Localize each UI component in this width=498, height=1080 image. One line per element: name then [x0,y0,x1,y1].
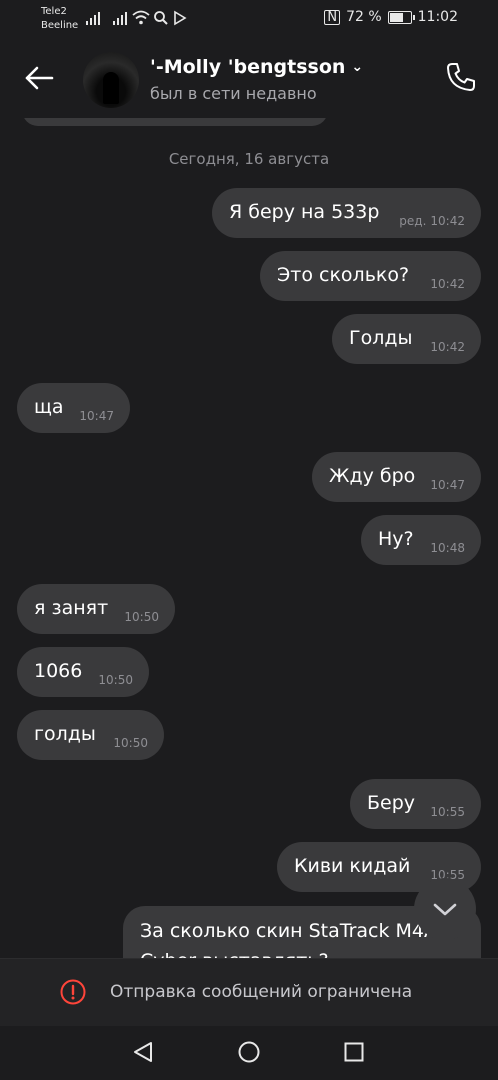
chevron-down-icon: ⌄ [351,59,364,75]
message-time: 10:47 [79,409,114,423]
message-bubble-partial [22,118,328,126]
message-text: Голды [349,327,413,349]
message-text: Жду бро [329,465,416,487]
message-bubble-in[interactable]: голды 10:50 [17,710,164,760]
contact-name: '-Molly 'bengtsson [150,56,346,78]
message-time: 10:47 [430,478,465,492]
signal-icon-1 [86,11,100,25]
message-time: 10:50 [113,736,148,750]
message-bubble-out[interactable]: Это сколько? 10:42 [260,251,481,301]
chevron-down-icon [433,903,457,916]
message-text: голды [34,723,96,745]
message-text: я занят [34,597,109,619]
carrier-labels: Tele2 Beeline [41,5,78,33]
message-text: ща [34,396,64,418]
nav-recents-icon[interactable] [344,1042,364,1062]
message-list[interactable]: Сегодня, 16 августа Я беру на 533р ред. 1… [0,118,498,958]
message-bubble-out[interactable]: Я беру на 533р ред. 10:42 [212,188,481,238]
message-time: 10:42 [430,277,465,291]
message-text: Киви кидай [294,855,411,877]
message-text-line2: Cyber выставлять? [140,950,329,958]
message-time: 10:42 [430,340,465,354]
message-time: 10:50 [124,610,159,624]
warning-icon [60,979,86,1005]
signal-icon-2 [113,11,127,25]
clock: 11:02 [417,9,458,25]
chat-header: '-Molly 'bengtsson ⌄ был в сети недавно [0,36,498,118]
message-time: 10:55 [430,805,465,819]
battery-percent: 72 % [346,9,382,25]
search-status-icon [154,11,168,25]
phone-call-icon[interactable] [444,60,478,94]
carrier-2: Beeline [41,20,79,31]
message-bubble-out[interactable]: Ну? 10:48 [361,515,481,565]
carrier-1: Tele2 [41,6,67,17]
restriction-text: Отправка сообщений ограничена [110,982,413,1002]
message-text: Беру [367,792,416,814]
message-text: За сколько скин StaTrack M4A1 [140,920,450,942]
battery-icon [387,10,415,24]
message-bubble-in[interactable]: 1066 10:50 [17,647,149,697]
message-text: Это сколько? [277,264,410,286]
nfc-icon: N [324,9,341,25]
play-store-icon [174,10,187,26]
message-text: Я беру на 533р [229,201,380,223]
date-separator: Сегодня, 16 августа [168,150,330,168]
scroll-to-bottom-button[interactable] [414,878,476,940]
message-bubble-in[interactable]: я занят 10:50 [17,584,175,634]
system-navigation-bar [0,1026,498,1080]
message-bubble-out[interactable]: Жду бро 10:47 [312,452,481,502]
status-right: N 72 % 11:02 [324,9,458,25]
message-time: 10:48 [430,541,465,555]
status-bar: Tele2 Beeline N 72 % 11:02 [0,0,498,36]
message-meta: ред. 10:42 [399,214,465,228]
contact-avatar[interactable] [83,52,139,108]
message-bubble-out[interactable]: Беру 10:55 [350,779,481,829]
back-arrow-icon[interactable] [22,60,58,96]
nav-home-icon[interactable] [238,1041,260,1063]
battery-fill [389,12,403,22]
messaging-restricted-bar: Отправка сообщений ограничена [0,958,498,1027]
message-bubble-out[interactable]: Голды 10:42 [332,314,481,364]
message-time: 10:50 [98,673,133,687]
contact-status: был в сети недавно [150,84,317,103]
message-text: 1066 [34,660,83,682]
message-bubble-in[interactable]: ща 10:47 [17,383,130,433]
message-time: 10:42 [430,214,465,228]
nav-back-icon[interactable] [131,1040,155,1064]
wifi-icon [132,10,150,25]
edited-label: ред. [399,214,427,228]
contact-name-row[interactable]: '-Molly 'bengtsson ⌄ [150,56,363,78]
message-text: Ну? [378,528,414,550]
